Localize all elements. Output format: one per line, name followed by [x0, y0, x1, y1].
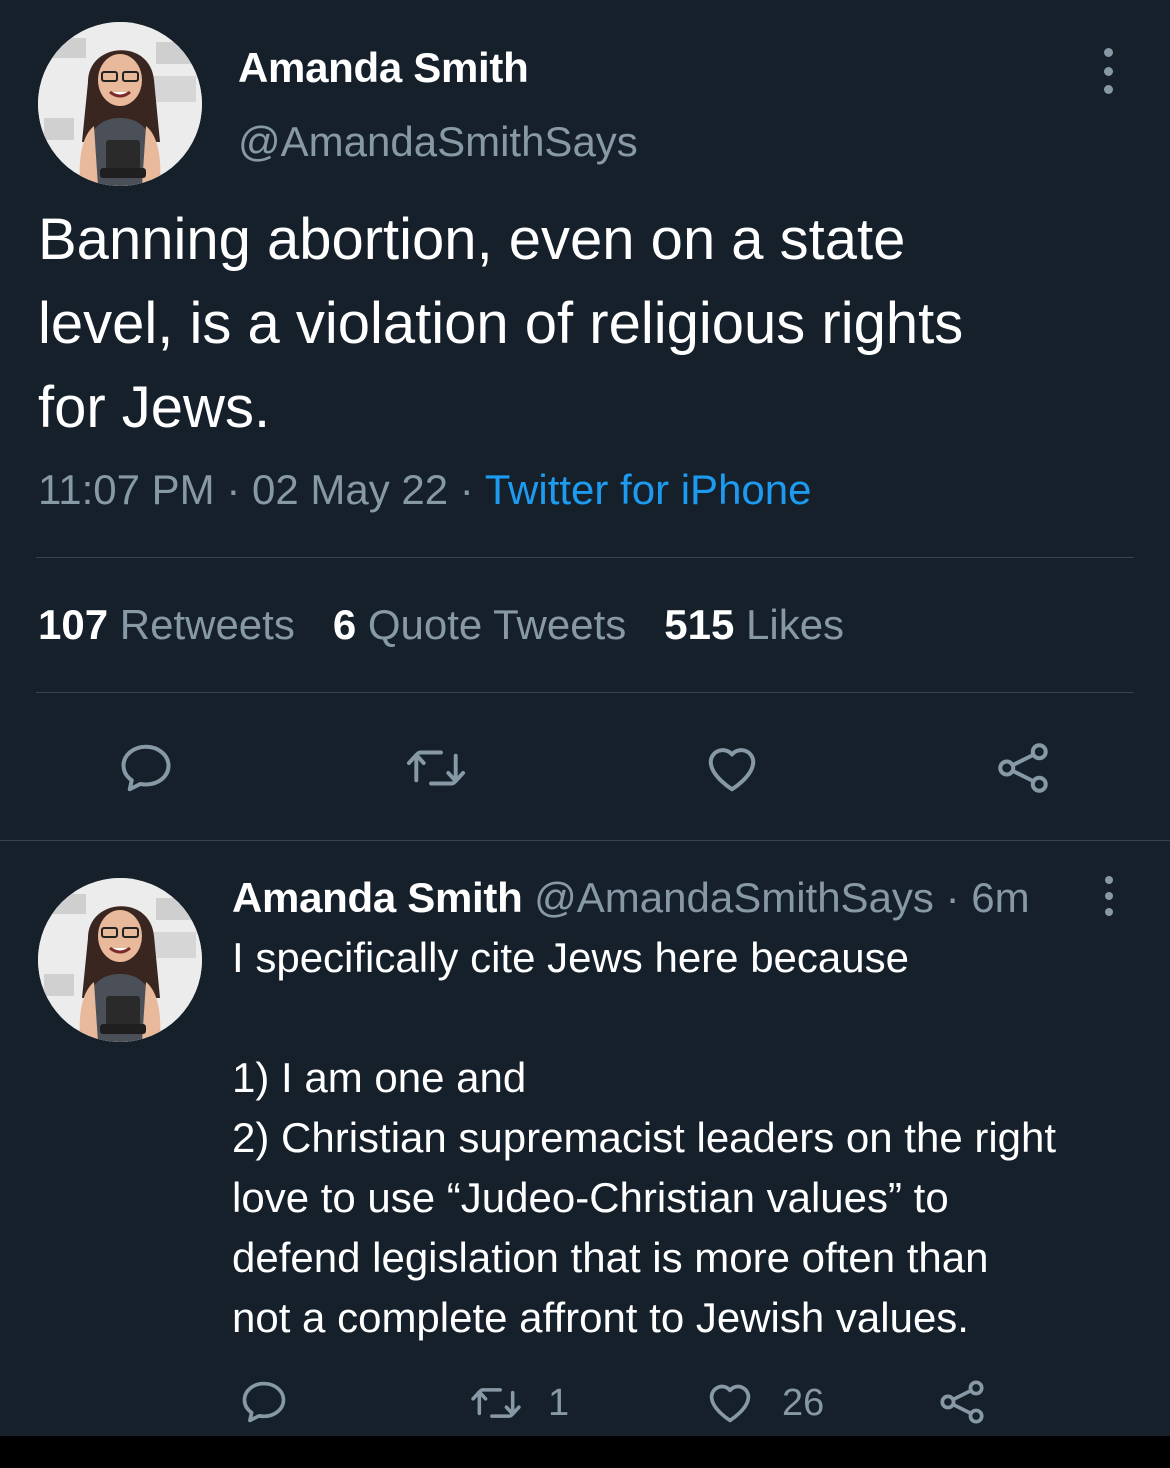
tweet-date[interactable]: 02 May 22 — [252, 466, 448, 513]
tweet-metadata: 11:07 PM · 02 May 22 · Twitter for iPhon… — [38, 466, 812, 514]
like-icon[interactable] — [704, 1376, 756, 1428]
likes-stat[interactable]: 515 Likes — [664, 601, 844, 649]
tweet-text: Banning abortion, even on a state level,… — [38, 198, 1133, 450]
quote-tweets-label: Quote Tweets — [367, 601, 627, 648]
tweet-text-line: Banning abortion, even on a state — [38, 207, 906, 272]
reply-text-line: I specifically cite Jews here because — [232, 934, 909, 981]
tweet-text-line: level, is a violation of religious right… — [38, 291, 964, 356]
author-avatar[interactable] — [38, 22, 202, 186]
reply-text-line: 1) I am one and — [232, 1054, 527, 1101]
share-icon[interactable] — [936, 1376, 988, 1428]
reply-icon[interactable] — [238, 1376, 290, 1428]
divider — [36, 692, 1134, 693]
reply-text-line: not a complete affront to Jewish values. — [232, 1294, 969, 1341]
divider — [0, 840, 1170, 841]
more-options-icon[interactable] — [1090, 48, 1126, 94]
quote-tweets-count: 6 — [332, 601, 357, 648]
author-handle[interactable]: @AmandaSmithSays — [238, 118, 638, 166]
tweet-source-link[interactable]: Twitter for iPhone — [485, 466, 812, 513]
likes-label: Likes — [746, 601, 845, 648]
tweet-text-line: for Jews. — [38, 375, 271, 440]
like-count: 26 — [782, 1382, 825, 1424]
divider — [36, 557, 1134, 558]
tweet-stats: 107 Retweets 6 Quote Tweets 515 Likes — [38, 601, 882, 649]
reply-author-handle[interactable]: @AmandaSmithSays — [534, 874, 934, 921]
like-icon[interactable] — [702, 738, 762, 798]
retweets-stat[interactable]: 107 Retweets — [38, 601, 295, 649]
tweet-time[interactable]: 11:07 PM — [38, 466, 215, 513]
reply-text-line: love to use “Judeo-Christian values” to — [232, 1174, 949, 1221]
reply-text-line: defend legislation that is more often th… — [232, 1234, 989, 1281]
avatar-photo — [38, 878, 202, 1042]
reply-text-line: 2) Christian supremacist leaders on the … — [232, 1114, 1057, 1161]
reply-author-name[interactable]: Amanda Smith — [232, 874, 523, 921]
retweets-count: 107 — [38, 601, 109, 648]
retweet-icon[interactable] — [404, 738, 468, 798]
avatar-photo — [38, 22, 202, 186]
share-icon[interactable] — [992, 738, 1054, 798]
author-name[interactable]: Amanda Smith — [238, 44, 529, 92]
reply-icon[interactable] — [116, 738, 176, 798]
reply-text-line — [232, 988, 1152, 1048]
bottom-bar — [0, 1436, 1170, 1468]
reply-text: I specifically cite Jews here because 1)… — [232, 928, 1152, 1348]
retweet-icon[interactable] — [468, 1378, 524, 1428]
meta-separator: · — [214, 466, 252, 513]
reply-author-avatar[interactable] — [38, 878, 202, 1042]
reply-header: Amanda Smith @AmandaSmithSays · 6m — [232, 874, 1030, 922]
likes-count: 515 — [664, 601, 735, 648]
reply-age: · 6m — [945, 874, 1030, 921]
more-options-icon[interactable] — [1100, 876, 1118, 916]
retweets-label: Retweets — [119, 601, 295, 648]
meta-separator: · — [448, 466, 485, 513]
quote-tweets-stat[interactable]: 6 Quote Tweets — [333, 601, 626, 649]
retweet-count: 1 — [548, 1382, 570, 1424]
